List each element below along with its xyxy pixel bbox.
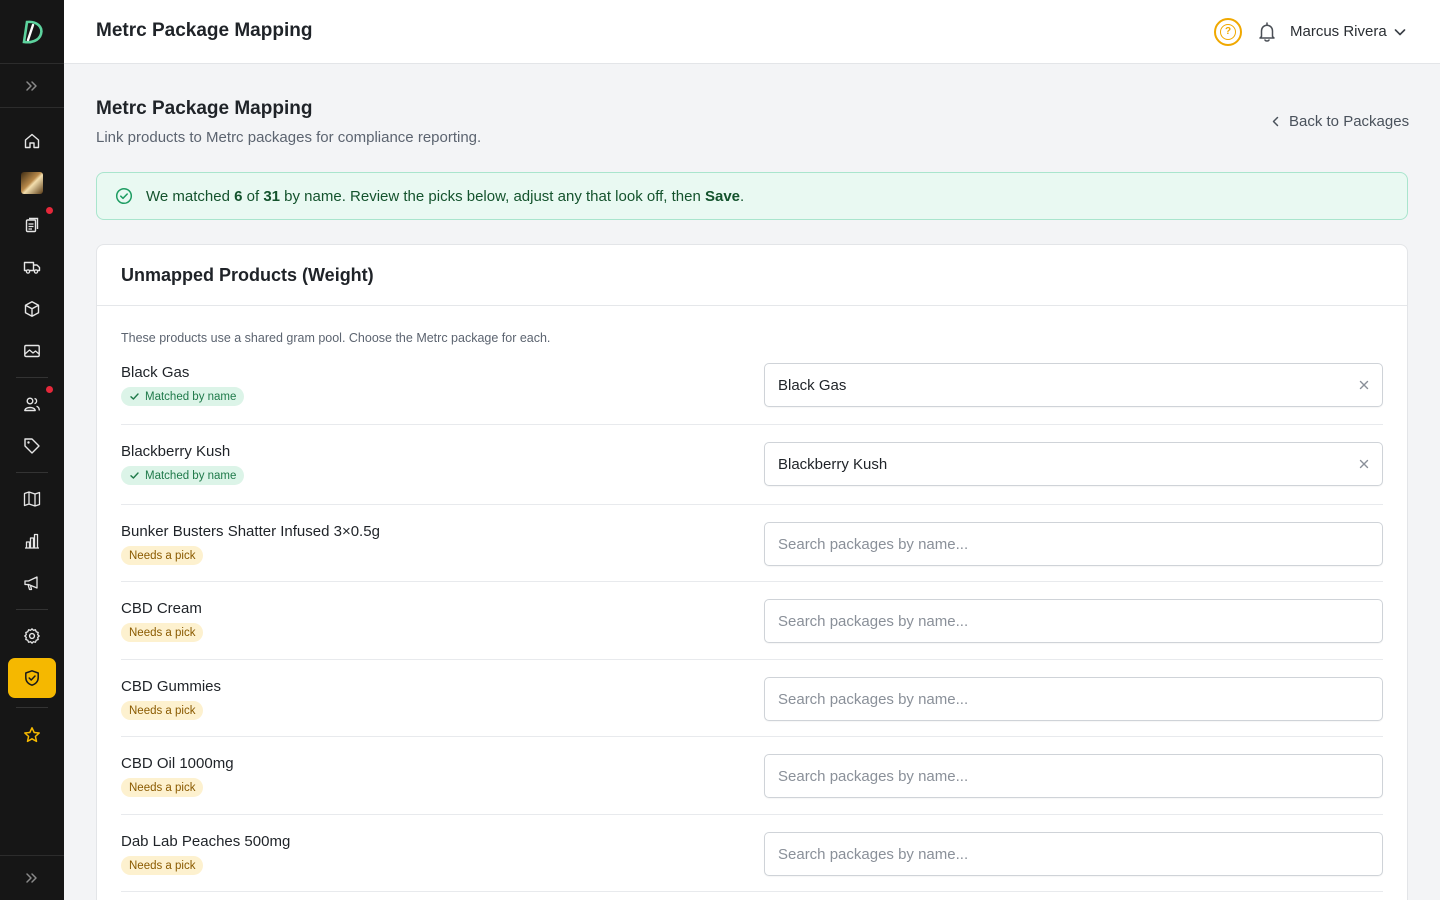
box-icon	[24, 301, 40, 317]
product-name: Black Gas	[121, 364, 190, 381]
package-search-placeholder: Search packages by name...	[778, 535, 969, 553]
status-badge: Needs a pick	[121, 778, 204, 797]
clear-icon[interactable]	[1358, 458, 1370, 470]
check-circle-icon	[115, 187, 133, 205]
page-subtitle: Link products to Metrc packages for comp…	[96, 129, 482, 146]
back-to-packages-link[interactable]: Back to Packages	[1270, 113, 1409, 130]
package-search-input[interactable]: Search packages by name...	[764, 677, 1383, 721]
sidebar-expand-button[interactable]	[0, 64, 64, 108]
sidebar-divider	[16, 609, 48, 610]
sidebar-item-deliveries[interactable]	[11, 248, 53, 286]
bar-chart-icon	[25, 533, 39, 549]
top-bar: Metrc Package Mapping ? Marcus Rivera	[64, 0, 1440, 64]
package-search-input[interactable]: Search packages by name...	[764, 832, 1383, 876]
chevrons-right-icon	[26, 873, 37, 883]
package-search-input[interactable]: Search packages by name...	[764, 599, 1383, 643]
package-search-input[interactable]: Search packages by name...	[764, 754, 1383, 798]
banner-text: We matched 6 of 31 by name. Review the p…	[146, 187, 745, 205]
sidebar-item-inventory[interactable]	[11, 290, 53, 328]
sidebar-item-menu[interactable]	[11, 480, 53, 518]
sidebar-item-discounts[interactable]	[11, 427, 53, 465]
product-mapping-row: Bunker Busters Shatter Infused 3×0.5g Ne…	[121, 522, 1383, 582]
sidebar	[0, 0, 64, 900]
reports-alert-dot	[46, 207, 53, 214]
check-icon	[130, 393, 139, 400]
sidebar-item-media[interactable]	[11, 332, 53, 370]
sidebar-item-marketing[interactable]	[11, 564, 53, 602]
product-name: CBD Gummies	[121, 678, 222, 695]
status-badge: Needs a pick	[121, 701, 204, 720]
product-thumbnail	[21, 172, 43, 194]
total-count: 31	[263, 187, 280, 205]
clear-icon[interactable]	[1358, 379, 1370, 391]
sidebar-divider	[16, 377, 48, 378]
status-badge: Needs a pick	[121, 546, 204, 565]
status-badge: Needs a pick	[121, 856, 204, 875]
status-badge: Needs a pick	[121, 623, 204, 642]
customers-alert-dot	[46, 386, 53, 393]
image-icon	[24, 344, 40, 358]
product-mapping-row: CBD Oil 1000mg Needs a pick Search packa…	[121, 754, 1383, 815]
save-hint: Save	[704, 187, 741, 205]
clipboard-icon	[25, 217, 39, 233]
card-title: Unmapped Products (Weight)	[121, 265, 374, 285]
product-name: CBD Oil 1000mg	[121, 755, 234, 772]
map-icon	[23, 491, 41, 507]
settings-icon	[24, 628, 40, 644]
package-select-value: Blackberry Kush	[778, 455, 888, 473]
sidebar-item-analytics[interactable]	[11, 522, 53, 560]
chevron-left-icon	[1272, 116, 1279, 127]
check-icon	[130, 472, 139, 479]
product-name: CBD Cream	[121, 600, 202, 617]
star-icon	[24, 727, 40, 743]
product-mapping-row: CBD Gummies Needs a pick Search packages…	[121, 677, 1383, 737]
logo-icon	[22, 20, 43, 44]
product-name: Bunker Busters Shatter Infused 3×0.5g	[121, 523, 380, 540]
status-badge: Matched by name	[121, 387, 245, 406]
status-badge: Matched by name	[121, 466, 245, 485]
back-link-label: Back to Packages	[1289, 113, 1410, 130]
user-menu-name[interactable]: Marcus Rivera	[1290, 23, 1387, 40]
page-title: Metrc Package Mapping	[96, 98, 313, 119]
card-description: These products use a shared gram pool. C…	[121, 331, 551, 345]
product-mapping-row: Blackberry Kush Matched by name Blackber…	[121, 442, 1383, 505]
product-mapping-row: CBD Cream Needs a pick Search packages b…	[121, 599, 1383, 660]
sidebar-item-product-image[interactable]	[11, 164, 53, 202]
sidebar-divider	[16, 472, 48, 473]
sidebar-item-compliance[interactable]	[8, 658, 56, 698]
header-title: Metrc Package Mapping	[96, 20, 313, 41]
package-select[interactable]: Blackberry Kush	[764, 442, 1383, 486]
product-name: Blackberry Kush	[121, 443, 231, 460]
package-search-input[interactable]: Search packages by name...	[764, 522, 1383, 566]
package-search-placeholder: Search packages by name...	[778, 767, 969, 785]
sidebar-divider	[16, 707, 48, 708]
tag-icon	[24, 438, 40, 454]
brand-logo[interactable]	[0, 0, 64, 64]
users-icon	[24, 397, 40, 412]
sidebar-item-home[interactable]	[11, 122, 53, 160]
shield-check-icon	[25, 670, 39, 686]
home-icon	[24, 133, 40, 149]
bell-icon[interactable]	[1256, 21, 1278, 43]
chevron-down-icon[interactable]	[1394, 26, 1406, 38]
sidebar-item-settings[interactable]	[11, 617, 53, 655]
chevrons-right-icon	[26, 80, 37, 91]
package-select[interactable]: Black Gas	[764, 363, 1383, 407]
megaphone-icon	[24, 576, 38, 591]
truck-icon	[23, 261, 41, 274]
package-search-placeholder: Search packages by name...	[778, 690, 969, 708]
sidebar-item-favorites[interactable]	[11, 716, 53, 754]
package-search-placeholder: Search packages by name...	[778, 845, 969, 863]
match-summary-banner: We matched 6 of 31 by name. Review the p…	[96, 172, 1408, 220]
unmapped-products-card: Unmapped Products (Weight) These product…	[96, 244, 1408, 900]
package-select-value: Black Gas	[778, 376, 847, 394]
help-icon: ?	[1220, 24, 1236, 40]
product-mapping-row: Black Gas Matched by name Black Gas	[121, 363, 1383, 425]
package-search-placeholder: Search packages by name...	[778, 612, 969, 630]
product-mapping-row: Dab Lab Peaches 500mg Needs a pick Searc…	[121, 832, 1383, 892]
sidebar-collapse-toggle[interactable]	[0, 855, 64, 900]
card-header: Unmapped Products (Weight)	[97, 245, 1407, 306]
help-button[interactable]: ?	[1214, 18, 1242, 46]
product-name: Dab Lab Peaches 500mg	[121, 833, 291, 850]
